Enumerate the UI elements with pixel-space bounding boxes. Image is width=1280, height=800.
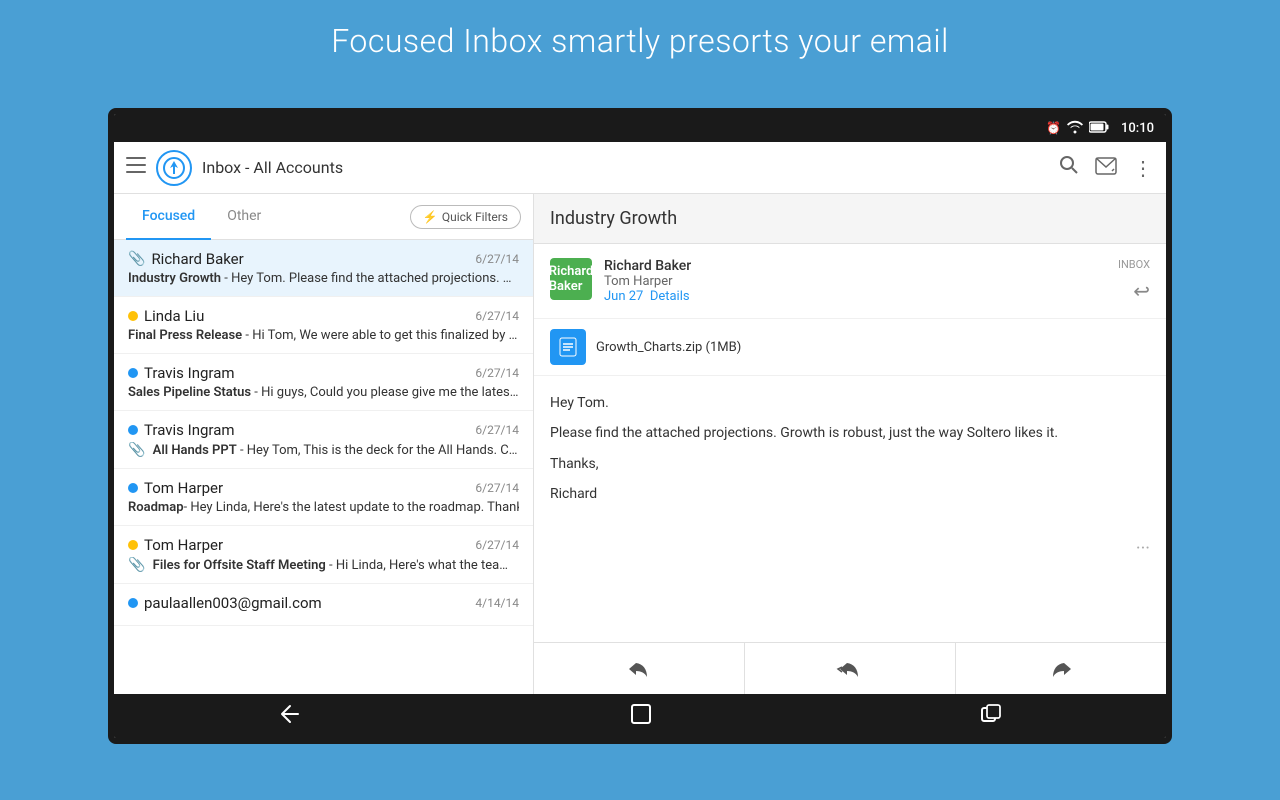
reply-button[interactable] (534, 643, 745, 694)
body-greeting: Hey Tom. (550, 392, 1150, 414)
app-logo (156, 150, 192, 186)
body-thanks: Thanks, (550, 453, 1150, 475)
sender-name-3: Travis Ingram (144, 364, 235, 382)
tab-other[interactable]: Other (211, 194, 277, 240)
email-item-4[interactable]: Travis Ingram 6/27/14 📎 All Hands PPT - … (114, 411, 533, 469)
back-button[interactable] (258, 696, 322, 737)
sender-name-5: Tom Harper (144, 479, 223, 497)
body-signature: Richard (550, 483, 1150, 505)
indicator-5 (128, 483, 138, 493)
email-date-1: 6/27/14 (475, 252, 519, 266)
device-frame: ⏰ 10:10 (108, 108, 1172, 744)
hero-title: Focused Inbox smartly presorts your emai… (0, 0, 1280, 78)
email-item-2[interactable]: Linda Liu 6/27/14 Final Press Release - … (114, 297, 533, 354)
indicator-6 (128, 540, 138, 550)
app-title: Inbox - All Accounts (202, 158, 1049, 177)
indicator-2 (128, 311, 138, 321)
email-subject-4: 📎 All Hands PPT - Hey Tom, This is the d… (128, 442, 519, 458)
email-item-3[interactable]: Travis Ingram 6/27/14 Sales Pipeline Sta… (114, 354, 533, 411)
email-date-6: 6/27/14 (475, 538, 519, 552)
status-icons: ⏰ 10:10 (1046, 120, 1154, 137)
attachment-icon-4: 📎 (128, 442, 145, 458)
email-date-2: 6/27/14 (475, 309, 519, 323)
wifi-icon (1067, 120, 1083, 137)
email-detail-body: Richard Baker Richard Baker Tom Harper J… (534, 244, 1166, 642)
indicator-3 (128, 368, 138, 378)
meta-from: Richard Baker (604, 258, 1106, 274)
email-date-5: 6/27/14 (475, 481, 519, 495)
indicator-4 (128, 425, 138, 435)
meta-date: Jun 27 Details (604, 289, 1106, 304)
attachment-filename: Growth_Charts.zip (1MB) (596, 340, 741, 355)
email-item-5[interactable]: Tom Harper 6/27/14 Roadmap- Hey Linda, H… (114, 469, 533, 526)
battery-icon (1089, 121, 1109, 136)
email-meta: Richard Baker Richard Baker Tom Harper J… (534, 244, 1166, 319)
attachment-file-icon (550, 329, 586, 365)
action-bar (534, 642, 1166, 694)
email-detail-panel: Industry Growth Richard Baker Richard Ba… (534, 194, 1166, 694)
email-item-1[interactable]: 📎 Richard Baker 6/27/14 Industry Growth … (114, 240, 533, 297)
status-bar: ⏰ 10:10 (114, 114, 1166, 142)
email-date-3: 6/27/14 (475, 366, 519, 380)
email-date-7: 4/14/14 (475, 596, 519, 610)
reply-header-icon[interactable]: ↩ (1133, 279, 1150, 303)
email-item-6[interactable]: Tom Harper 6/27/14 📎 Files for Offsite S… (114, 526, 533, 584)
status-time: 10:10 (1121, 121, 1154, 136)
sender-avatar: Richard Baker (550, 258, 592, 300)
app-bar-actions: ⋮ (1059, 155, 1154, 180)
bottom-nav (114, 694, 1166, 738)
app-content: Inbox - All Accounts ⋮ (114, 142, 1166, 694)
email-list: 📎 Richard Baker 6/27/14 Industry Growth … (114, 240, 533, 694)
email-list-panel: Focused Other ⚡ Quick Filters 📎 (114, 194, 534, 694)
sender-name-4: Travis Ingram (144, 421, 235, 439)
email-subject-2: Final Press Release - Hi Tom, We were ab… (128, 328, 519, 343)
sender-name-2: Linda Liu (144, 307, 204, 325)
main-layout: Focused Other ⚡ Quick Filters 📎 (114, 194, 1166, 694)
indicator-7 (128, 598, 138, 608)
attachment-icon-1: 📎 (128, 251, 145, 267)
sender-name-7: paulaallen003@gmail.com (144, 594, 322, 612)
recents-button[interactable] (960, 695, 1022, 738)
inbox-badge: INBOX (1118, 258, 1150, 271)
email-item-7[interactable]: paulaallen003@gmail.com 4/14/14 (114, 584, 533, 626)
body-line1: Please find the attached projections. Gr… (550, 422, 1150, 444)
email-subject-5: Roadmap- Hey Linda, Here's the latest up… (128, 500, 519, 515)
home-button[interactable] (610, 695, 672, 738)
bolt-icon: ⚡ (423, 210, 438, 224)
reply-all-button[interactable] (745, 643, 956, 694)
more-options[interactable]: ··· (534, 530, 1166, 567)
email-date-4: 6/27/14 (475, 423, 519, 437)
email-subject-1: Industry Growth - Hey Tom. Please find t… (128, 271, 519, 286)
sender-name-6: Tom Harper (144, 536, 223, 554)
search-icon[interactable] (1059, 155, 1079, 180)
meta-to: Tom Harper (604, 274, 1106, 289)
email-subject-3: Sales Pipeline Status - Hi guys, Could y… (128, 385, 519, 400)
compose-icon[interactable] (1095, 156, 1117, 180)
attachment-row[interactable]: Growth_Charts.zip (1MB) (534, 319, 1166, 376)
email-subject-6: 📎 Files for Offsite Staff Meeting - Hi L… (128, 557, 519, 573)
attachment-icon-6: 📎 (128, 557, 145, 573)
menu-icon[interactable] (126, 157, 146, 178)
email-body-text: Hey Tom. Please find the attached projec… (534, 376, 1166, 530)
details-link[interactable]: Details (650, 289, 690, 304)
app-bar: Inbox - All Accounts ⋮ (114, 142, 1166, 194)
alarm-icon: ⏰ (1046, 121, 1061, 135)
email-detail-header: Industry Growth (534, 194, 1166, 244)
detail-subject: Industry Growth (550, 208, 677, 229)
sender-name-1: Richard Baker (151, 250, 243, 268)
tab-focused[interactable]: Focused (126, 194, 211, 240)
more-icon[interactable]: ⋮ (1133, 156, 1154, 180)
quick-filters-button[interactable]: ⚡ Quick Filters (410, 205, 521, 229)
email-meta-info: Richard Baker Tom Harper Jun 27 Details (604, 258, 1106, 304)
tabs-bar: Focused Other ⚡ Quick Filters (114, 194, 533, 240)
forward-button[interactable] (956, 643, 1166, 694)
